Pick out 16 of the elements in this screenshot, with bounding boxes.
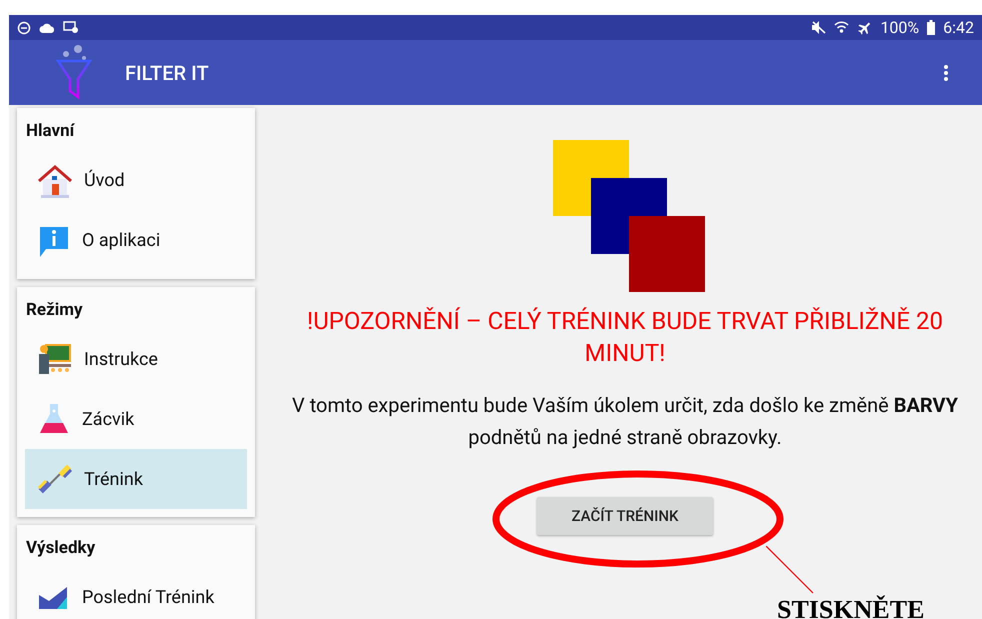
section-title: Hlavní: [25, 120, 76, 143]
sidebar-item[interactable]: Zácvik: [25, 389, 247, 449]
sidebar-item[interactable]: O aplikaci: [25, 210, 247, 270]
sidebar-item[interactable]: Instrukce: [25, 329, 247, 389]
sidebar-item[interactable]: Trénink: [25, 449, 247, 509]
clock: 6:42: [943, 16, 974, 38]
section-title: Režimy: [25, 298, 84, 322]
warning-text: !UPOZORNĚNÍ – CELÝ TRÉNINK BUDE TRVAT PŘIBLIŽNĚ 20 MINUT!: [306, 306, 944, 369]
app-title: FILTER IT: [125, 60, 209, 86]
description-text: V tomto experimentu bude Vaším úkolem určit, zda došlo ke změně BARVY podnětů na jedné straně obrazovky.: [291, 392, 959, 451]
section-title: Výsledky: [25, 537, 96, 560]
annotation-label: STISKNĚTE: [777, 596, 924, 619]
start-training-button[interactable]: ZAČÍT TRÉNINK: [537, 497, 713, 535]
battery-percent: 100%: [880, 16, 920, 38]
sidebar-item[interactable]: Poslední Trénink: [25, 568, 247, 619]
sidebar-item[interactable]: Úvod: [25, 150, 247, 210]
